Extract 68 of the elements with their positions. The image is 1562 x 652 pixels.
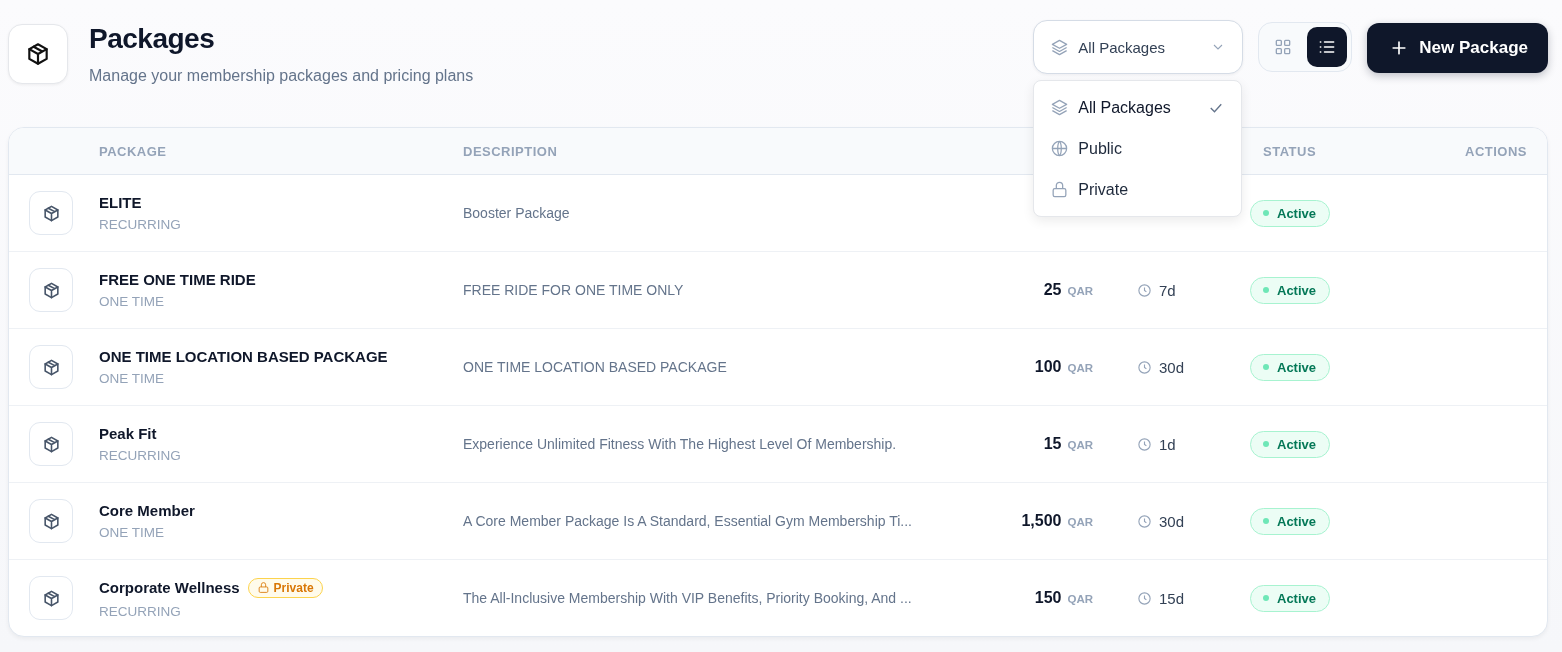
price: 100 [1034, 358, 1062, 376]
lock-icon [256, 581, 270, 594]
package-name: FREE ONE TIME RIDE [99, 271, 256, 288]
box-icon [41, 511, 61, 531]
price: 25 [1043, 281, 1062, 299]
box-icon [41, 434, 61, 454]
layers-icon [1050, 98, 1070, 117]
box-icon [25, 41, 51, 67]
package-description: Booster Package [463, 205, 570, 221]
currency: QAR [1067, 285, 1093, 297]
clock-icon [1137, 282, 1152, 298]
package-type: RECURRING [99, 603, 182, 619]
status-badge: Active [1250, 276, 1331, 304]
list-view-button[interactable] [1307, 27, 1348, 67]
new-package-button[interactable]: New Package [1367, 23, 1548, 73]
status-badge: Active [1250, 199, 1331, 227]
clock-icon [1137, 590, 1152, 606]
duration: 30d [1159, 512, 1185, 530]
globe-icon [1050, 139, 1070, 158]
status-badge: Active [1250, 507, 1331, 535]
box-icon [41, 357, 61, 377]
package-description: The All-Inclusive Membership With VIP Benefits, Priority Booking, And ... [463, 590, 912, 606]
package-name: ELITE [99, 194, 142, 211]
package-type: RECURRING [99, 217, 182, 232]
status-badge: Active [1250, 353, 1331, 381]
clock-icon [1137, 436, 1152, 452]
price: 1,500 [1021, 512, 1062, 530]
clock-icon [1137, 359, 1152, 375]
page-subtitle: Manage your membership packages and pricing plans [89, 67, 474, 85]
menu-item[interactable]: Public [1034, 128, 1242, 169]
package-name: ONE TIME LOCATION BASED PACKAGE [99, 348, 388, 365]
column-header: ACTIONS [1465, 144, 1527, 159]
package-type: ONE TIME [99, 294, 165, 309]
menu-item[interactable]: Private [1034, 169, 1242, 210]
package-description: Experience Unlimited Fitness With The Highest Level Of Membership. [463, 436, 897, 452]
column-header: DESCRIPTION [463, 144, 558, 159]
box-icon [41, 203, 61, 223]
currency: QAR [1067, 362, 1093, 374]
box-icon [41, 588, 61, 608]
currency: QAR [1067, 516, 1093, 528]
private-badge: Private [247, 577, 323, 598]
currency: QAR [1067, 439, 1093, 451]
page-title: Packages [89, 23, 216, 55]
package-type: ONE TIME [99, 371, 165, 386]
price: 150 [1034, 589, 1062, 607]
column-header: STATUS [1263, 144, 1317, 159]
status-badge: Active [1250, 430, 1331, 458]
status-badge: Active [1250, 584, 1331, 612]
duration: 30d [1159, 358, 1185, 376]
package-description: FREE RIDE FOR ONE TIME ONLY [463, 282, 684, 298]
clock-icon [1137, 513, 1152, 529]
layers-icon [1050, 37, 1070, 57]
column-header: PACKAGE [99, 144, 167, 159]
duration: 15d [1159, 589, 1185, 607]
box-icon [41, 280, 61, 300]
menu-item[interactable]: All Packages [1034, 87, 1242, 128]
package-name: Corporate Wellness [99, 579, 240, 596]
package-type: RECURRING [99, 448, 182, 463]
package-name: Peak Fit [99, 425, 157, 442]
package-name: Core Member [99, 502, 195, 519]
duration: 7d [1159, 281, 1176, 299]
filter-dropdown[interactable]: All Packages [1033, 20, 1244, 74]
duration: 1d [1159, 435, 1176, 453]
currency: QAR [1067, 593, 1093, 605]
package-description: ONE TIME LOCATION BASED PACKAGE [463, 359, 727, 375]
price: 15 [1043, 435, 1062, 453]
package-type: ONE TIME [99, 525, 165, 540]
package-description: A Core Member Package Is A Standard, Essential Gym Membership Ti... [463, 513, 912, 529]
